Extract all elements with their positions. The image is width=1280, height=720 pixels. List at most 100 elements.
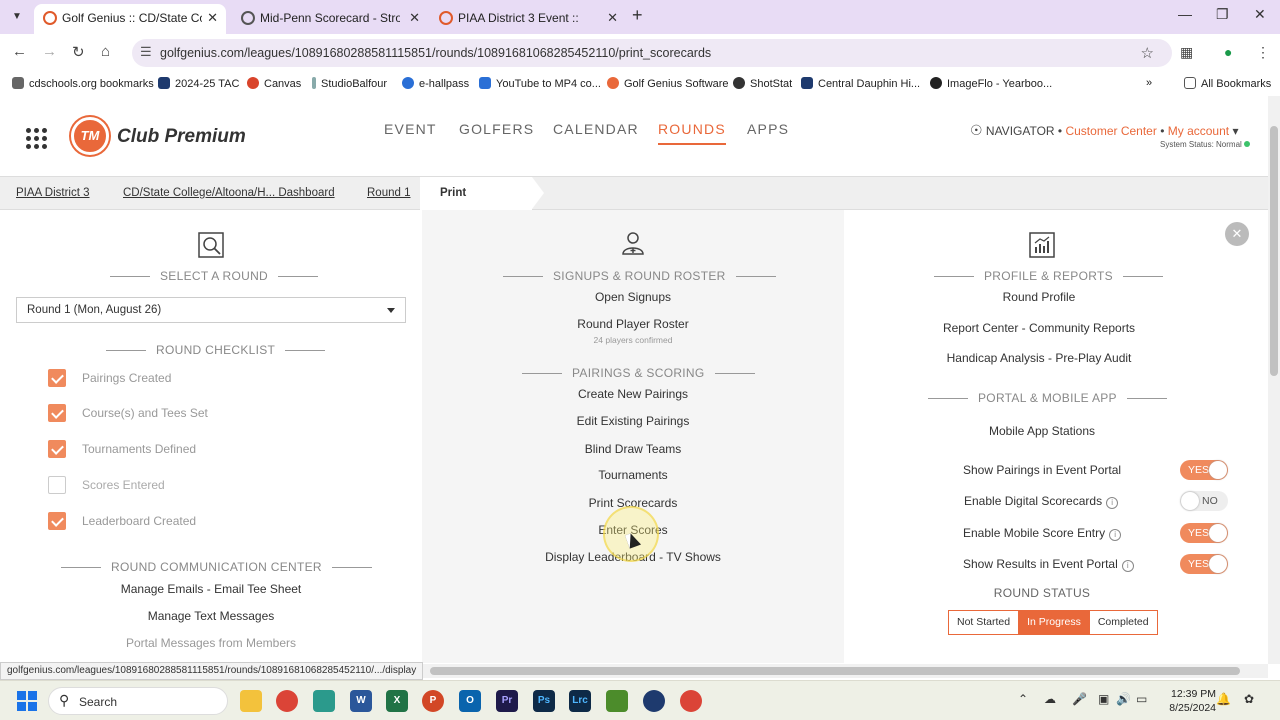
show-results-toggle[interactable]: YES xyxy=(1180,554,1228,574)
info-icon[interactable]: i xyxy=(1109,529,1122,541)
status-completed[interactable]: Completed xyxy=(1088,611,1157,634)
bookmark-item[interactable]: e-hallpass xyxy=(402,77,469,90)
mobile-app-stations-link[interactable]: Mobile App Stations xyxy=(989,424,1095,438)
display-icon[interactable]: ▣ xyxy=(1098,692,1109,706)
nav-calendar[interactable]: CALENDAR xyxy=(553,121,639,137)
breadcrumb-event[interactable]: PIAA District 3 xyxy=(16,187,90,199)
nav-golfers[interactable]: GOLFERS xyxy=(459,121,534,137)
close-tab-icon[interactable]: ✕ xyxy=(409,4,420,32)
bookmark-item[interactable]: Canvas xyxy=(247,77,301,90)
mobile-score-entry-toggle[interactable]: YES xyxy=(1180,523,1228,543)
lightroom-icon[interactable]: Lrc xyxy=(569,690,591,712)
bookmark-item[interactable]: ImageFlo - Yearboo... xyxy=(930,77,1052,90)
handicap-analysis-link[interactable]: Handicap Analysis - Pre-Play Audit xyxy=(947,351,1132,365)
onedrive-icon[interactable]: ☁ xyxy=(1044,692,1056,706)
round-select[interactable]: Round 1 (Mon, August 26) xyxy=(16,297,406,323)
bookmark-item[interactable]: Golf Genius Software xyxy=(607,77,729,90)
calculator-icon[interactable] xyxy=(313,690,335,712)
tab-mid-penn[interactable]: Mid-Penn Scorecard - Stroke Pl ✕ xyxy=(232,4,428,34)
info-icon[interactable]: i xyxy=(1106,497,1119,509)
home-icon[interactable]: ⌂ xyxy=(101,43,110,60)
minecraft-icon[interactable] xyxy=(606,690,628,712)
my-account-link[interactable]: My account xyxy=(1168,124,1229,138)
checkbox-checked-icon[interactable] xyxy=(48,440,66,458)
premiere-icon[interactable]: Pr xyxy=(496,690,518,712)
show-pairings-toggle[interactable]: YES xyxy=(1180,460,1228,480)
tab-piaa[interactable]: PIAA District 3 Event :: ✕ xyxy=(430,4,626,34)
round-player-roster-link[interactable]: Round Player Roster xyxy=(577,317,688,331)
status-in-progress[interactable]: In Progress xyxy=(1018,611,1089,634)
navigator-link[interactable]: NAVIGATOR • xyxy=(986,124,1062,138)
volume-icon[interactable]: 🔊 xyxy=(1116,692,1131,706)
checkbox-checked-icon[interactable] xyxy=(48,512,66,530)
microphone-icon[interactable]: 🎤 xyxy=(1072,692,1087,706)
breadcrumb-round[interactable]: Round 1 xyxy=(367,187,410,199)
excel-icon[interactable]: X xyxy=(386,690,408,712)
logo-text[interactable]: Club Premium xyxy=(117,126,246,148)
bookmark-item[interactable]: Central Dauphin Hi... xyxy=(801,77,920,90)
notification-bell-icon[interactable]: 🔔 xyxy=(1216,692,1231,706)
chevron-down-icon[interactable]: ▾ xyxy=(1232,124,1238,138)
copilot-icon[interactable]: ✿ xyxy=(1244,692,1254,706)
bookmark-item[interactable]: All Bookmarks xyxy=(1184,77,1271,90)
photoshop-icon[interactable]: Ps xyxy=(533,690,555,712)
bookmark-star-icon[interactable]: ☆ xyxy=(1141,44,1154,62)
info-icon[interactable]: i xyxy=(1121,560,1134,572)
bookmark-item[interactable]: cdschools.org bookmarks xyxy=(12,77,154,90)
digital-scorecards-toggle[interactable]: NO xyxy=(1180,491,1228,511)
reload-icon[interactable]: ↻ xyxy=(72,43,85,61)
tournaments-link[interactable]: Tournaments xyxy=(598,468,667,482)
apps-grid-icon[interactable] xyxy=(26,128,48,150)
chevron-up-icon[interactable]: ⌃ xyxy=(1018,692,1028,706)
scroll-thumb[interactable] xyxy=(1270,126,1278,376)
checkbox-unchecked-icon[interactable] xyxy=(48,476,66,494)
breadcrumb-dashboard[interactable]: CD/State College/Altoona/H... Dashboard xyxy=(123,187,335,199)
extensions-icon[interactable]: ▦ xyxy=(1180,44,1193,61)
profile-icon[interactable]: ● xyxy=(1224,44,1232,60)
manage-texts-link[interactable]: Manage Text Messages xyxy=(148,609,275,623)
chrome-icon[interactable] xyxy=(276,690,298,712)
close-window-icon[interactable]: ✕ xyxy=(1254,6,1266,23)
outlook-icon[interactable]: O xyxy=(459,690,481,712)
report-center-link[interactable]: Report Center - Community Reports xyxy=(943,321,1135,335)
windows-start-icon[interactable] xyxy=(17,691,37,711)
checkbox-checked-icon[interactable] xyxy=(48,369,66,387)
close-tab-icon[interactable]: ✕ xyxy=(607,4,618,32)
restore-icon[interactable]: ❐ xyxy=(1216,6,1229,23)
app-circle-icon[interactable] xyxy=(643,690,665,712)
logo-icon[interactable]: TM xyxy=(71,117,109,155)
bookmark-item[interactable]: StudioBalfour xyxy=(312,77,387,90)
file-explorer-icon[interactable] xyxy=(240,690,262,712)
create-pairings-link[interactable]: Create New Pairings xyxy=(578,387,688,401)
nav-event[interactable]: EVENT xyxy=(384,121,437,137)
nav-apps[interactable]: APPS xyxy=(747,121,789,137)
back-icon[interactable]: ← xyxy=(12,43,27,60)
close-icon[interactable]: ✕ xyxy=(1225,222,1249,246)
manage-emails-link[interactable]: Manage Emails - Email Tee Sheet xyxy=(121,582,302,596)
portal-messages-link[interactable]: Portal Messages from Members xyxy=(126,636,296,650)
blind-draw-teams-link[interactable]: Blind Draw Teams xyxy=(585,442,681,456)
address-bar[interactable]: ☰ golfgenius.com/leagues/108916802885811… xyxy=(132,39,1172,67)
browser-menu-icon[interactable]: ⋮ xyxy=(1256,44,1270,61)
tab-search-icon[interactable]: ▼ xyxy=(8,8,26,26)
round-profile-link[interactable]: Round Profile xyxy=(1003,290,1076,304)
taskbar-search[interactable]: ⚲ Search xyxy=(48,687,228,715)
more-bookmarks-icon[interactable]: » xyxy=(1146,77,1152,89)
battery-icon[interactable]: ▭ xyxy=(1136,692,1147,706)
new-tab-icon[interactable]: + xyxy=(632,5,643,26)
bookmark-item[interactable]: YouTube to MP4 co... xyxy=(479,77,601,90)
close-tab-icon[interactable]: ✕ xyxy=(207,4,218,32)
word-icon[interactable]: W xyxy=(350,690,372,712)
taskbar-clock[interactable]: 12:39 PM 8/25/2024 xyxy=(1156,687,1216,715)
checkbox-checked-icon[interactable] xyxy=(48,404,66,422)
bookmark-item[interactable]: 2024-25 TAC xyxy=(158,77,239,90)
chrome-active-icon[interactable] xyxy=(680,690,702,712)
nav-rounds[interactable]: ROUNDS xyxy=(658,121,726,145)
minimize-icon[interactable]: — xyxy=(1178,6,1192,22)
scroll-thumb[interactable] xyxy=(430,667,1240,675)
bookmark-item[interactable]: ShotStat xyxy=(733,77,792,90)
edit-pairings-link[interactable]: Edit Existing Pairings xyxy=(577,414,690,428)
customer-center-link[interactable]: Customer Center xyxy=(1065,124,1156,138)
powerpoint-icon[interactable]: P xyxy=(422,690,444,712)
status-not-started[interactable]: Not Started xyxy=(949,611,1019,634)
